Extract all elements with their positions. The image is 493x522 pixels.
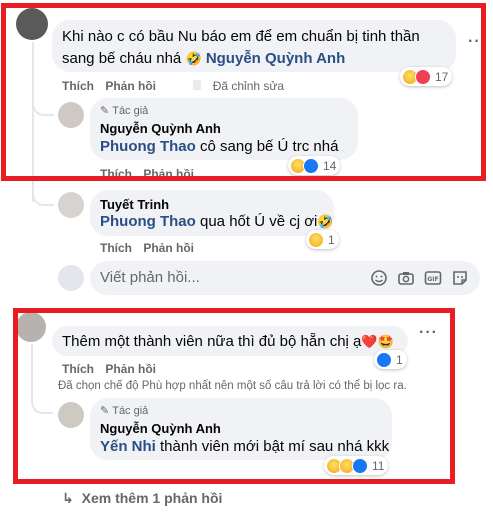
emoji: 🤣 <box>317 214 334 229</box>
sticker-icon[interactable] <box>451 269 469 287</box>
author-name[interactable]: Tuyết Trinh <box>100 197 169 212</box>
reaction-summary[interactable]: 1 <box>306 230 339 249</box>
reply-input[interactable]: Viết phản hồi... GIF <box>90 261 480 295</box>
reply-arrow-icon: ↳ <box>62 490 74 506</box>
mention-link[interactable]: Phuong Thao <box>100 213 196 230</box>
reply-text: Phuong Thao qua hốt Ú về cj ơi🤣 <box>100 213 334 230</box>
avatar[interactable] <box>58 265 84 291</box>
highlight-box <box>13 308 455 484</box>
thread-connector <box>32 188 54 206</box>
see-more-label: Xem thêm 1 phản hồi <box>81 490 223 506</box>
haha-icon <box>308 231 324 248</box>
reply-button[interactable]: Phản hồi <box>143 241 194 255</box>
reaction-count: 1 <box>328 232 335 247</box>
avatar[interactable] <box>58 192 84 218</box>
reply-placeholder: Viết phản hồi... <box>100 269 200 286</box>
reply-text-body: qua hốt Ú về cj ơi <box>195 213 318 230</box>
like-button[interactable]: Thích <box>100 241 132 255</box>
emoji-icon[interactable] <box>370 269 388 287</box>
camera-icon[interactable] <box>397 269 415 287</box>
reply-actions: Thích Phản hồi <box>100 241 202 255</box>
gif-label: GIF <box>427 276 438 283</box>
see-more-replies[interactable]: ↳ Xem thêm 1 phản hồi <box>62 490 222 507</box>
gif-icon[interactable]: GIF <box>424 269 442 287</box>
highlight-box <box>1 3 486 181</box>
reply-bubble: Tuyết Trinh Phuong Thao qua hốt Ú về cj … <box>90 190 334 236</box>
